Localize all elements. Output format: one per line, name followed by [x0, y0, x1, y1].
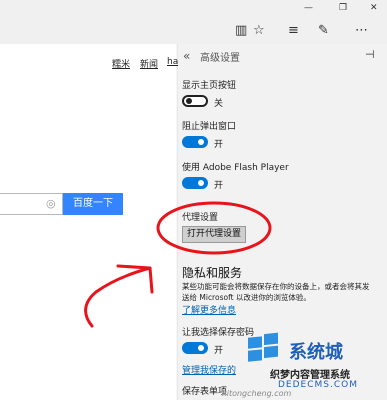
restore-icon[interactable]: ❐: [339, 3, 347, 13]
camera-icon[interactable]: ◎: [46, 197, 56, 210]
watermark-url: xitongcheng.com: [222, 389, 292, 398]
windows-logo-icon: [248, 332, 278, 362]
privacy-desc-line2: 送给 Microsoft 以改进你的浏览体验。: [182, 293, 311, 302]
web-note-icon[interactable]: ✎: [318, 24, 329, 37]
watermark-brand: 系统城: [289, 342, 343, 363]
toggle-knob: [198, 139, 204, 145]
flash-toggle[interactable]: [182, 177, 208, 189]
web-page-area: [0, 44, 178, 400]
popup-block-state: 开: [214, 140, 224, 150]
panel-title: 高级设置: [200, 53, 240, 64]
more-icon[interactable]: ⋯: [355, 24, 368, 37]
minimize-icon[interactable]: —: [304, 3, 313, 13]
save-password-toggle[interactable]: [182, 342, 208, 354]
flash-label: 使用 Adobe Flash Player: [182, 163, 289, 173]
nav-link-nuomi[interactable]: 糯米: [112, 57, 130, 70]
reading-view-icon[interactable]: ▥: [235, 24, 247, 37]
toggle-knob: [198, 345, 204, 351]
flash-state: 开: [214, 181, 224, 191]
browser-title-bar: [0, 0, 387, 44]
home-button-toggle[interactable]: [182, 95, 208, 107]
manage-passwords-link[interactable]: 管理我保存的: [182, 363, 236, 376]
privacy-description: 某些功能可能会将数据保存在你的设备上，或者会将其发 送给 Microsoft 以…: [182, 281, 385, 303]
favorite-star-icon[interactable]: ☆: [253, 24, 265, 37]
save-password-label: 让我选择保存密码: [182, 328, 255, 338]
learn-more-link[interactable]: 了解更多信息: [182, 303, 236, 316]
back-icon[interactable]: «: [183, 49, 190, 63]
privacy-heading: 隐私和服务: [182, 266, 243, 280]
save-password-state: 开: [214, 346, 224, 356]
pin-icon[interactable]: ⊣: [365, 48, 375, 61]
nav-link-news[interactable]: 新闻: [140, 57, 158, 70]
privacy-desc-line1: 某些功能可能会将数据保存在你的设备上，或者会将其发: [182, 282, 370, 291]
home-button-label: 显示主页按钮: [182, 81, 237, 91]
toggle-knob: [186, 98, 192, 104]
toggle-knob: [198, 180, 204, 186]
open-proxy-settings-button[interactable]: 打开代理设置: [182, 226, 246, 243]
watermark-site-cn: 织梦内容管理系统: [270, 370, 350, 381]
close-icon[interactable]: ✕: [370, 3, 378, 13]
popup-block-toggle[interactable]: [182, 136, 208, 148]
popup-block-label: 阻止弹出窗口: [182, 122, 237, 132]
save-form-label: 保存表单项: [182, 387, 228, 397]
home-button-state: 关: [214, 99, 224, 109]
hub-icon[interactable]: ≡: [288, 24, 299, 37]
search-button[interactable]: 百度一下: [63, 193, 123, 215]
proxy-label: 代理设置: [182, 213, 219, 223]
